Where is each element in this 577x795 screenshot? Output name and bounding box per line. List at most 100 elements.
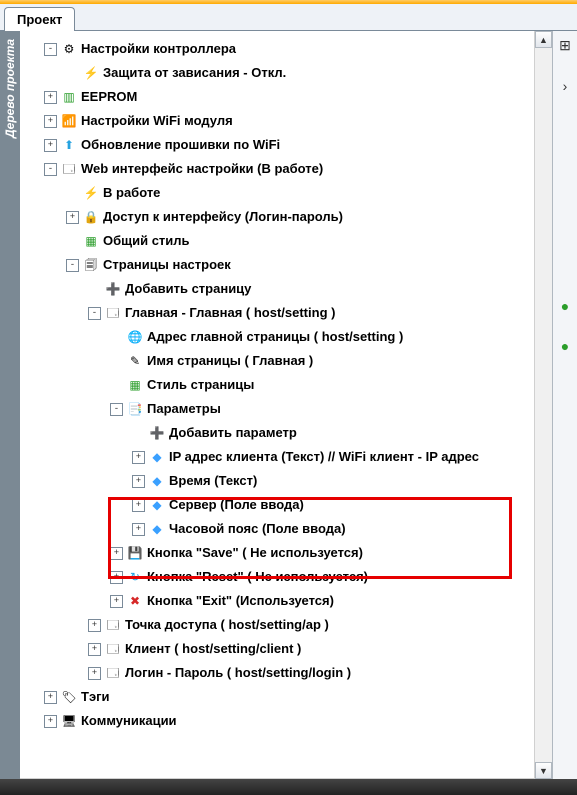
tree-node-label: Web интерфейс настройки (В работе)	[81, 157, 323, 181]
param-icon: ◆	[149, 449, 165, 465]
tree-node-label: Обновление прошивки по WiFi	[81, 133, 280, 157]
collapse-icon[interactable]: -	[44, 43, 57, 56]
right-glyph-1[interactable]: ⊞	[559, 37, 571, 54]
scroll-down-button[interactable]: ▼	[535, 762, 552, 779]
page-icon: 🗔	[105, 305, 121, 321]
scroll-up-button[interactable]: ▲	[535, 31, 552, 48]
page-icon: 🗔	[105, 665, 121, 681]
tree-node[interactable]: +↻Кнопка "Reset" ( Не используется)	[24, 565, 531, 589]
tree-node-label: Страницы настроек	[103, 253, 231, 277]
collapse-icon[interactable]: -	[88, 307, 101, 320]
collapse-icon[interactable]: -	[66, 259, 79, 272]
body: Дерево проекта ◄ ► -⚙Настройки контролле…	[0, 31, 577, 795]
collapse-icon[interactable]: -	[110, 403, 123, 416]
project-tree[interactable]: -⚙Настройки контроллера⚡Защита от зависа…	[20, 31, 535, 739]
tree-node-label: Логин - Пароль ( host/setting/login )	[125, 661, 351, 685]
bolt-icon: ⚡	[83, 185, 99, 201]
tree-node[interactable]: -🗔Web интерфейс настройки (В работе)	[24, 157, 531, 181]
tree-node-label: Время (Текст)	[169, 469, 257, 493]
tree-node[interactable]: -🗐Страницы настроек	[24, 253, 531, 277]
tree-node[interactable]: + 💾Кнопка "Save" ( Не используется)	[24, 541, 531, 565]
expand-icon[interactable]: +	[132, 451, 145, 464]
tree-node[interactable]: +▥EEPROM	[24, 85, 531, 109]
tree-node[interactable]: + 🔒Доступ к интерфейсу (Логин-пароль)	[24, 205, 531, 229]
expand-icon[interactable]: +	[132, 499, 145, 512]
bottom-shadow	[0, 779, 577, 795]
pages-icon: 🗐	[83, 257, 99, 273]
tree-node[interactable]: +✖Кнопка "Exit" (Используется)	[24, 589, 531, 613]
add-param-icon: ➕	[149, 425, 165, 441]
right-glyph-2[interactable]: ›	[563, 78, 568, 94]
tree-node[interactable]: +🗔Точка доступа ( host/setting/ap )	[24, 613, 531, 637]
tree-node-label: В работе	[103, 181, 160, 205]
tree-node[interactable]: +◆IP адрес клиента (Текст) // WiFi клиен…	[24, 445, 531, 469]
tree-node-label: Адрес главной страницы ( host/setting )	[147, 325, 403, 349]
param-icon: ◆	[149, 473, 165, 489]
right-sidebar: ⊞ › ● ●	[552, 31, 577, 795]
right-glyph-4[interactable]: ●	[561, 338, 569, 354]
tree-node[interactable]: ➕Добавить страницу	[24, 277, 531, 301]
tree-node[interactable]: +🗔Клиент ( host/setting/client )	[24, 637, 531, 661]
expand-icon[interactable]: +	[44, 115, 57, 128]
tree-node-label: Настройки WiFi модуля	[81, 109, 233, 133]
tree-node[interactable]: ⚡Защита от зависания - Откл.	[24, 61, 531, 85]
bolt-icon: ⚡	[83, 65, 99, 81]
expand-icon[interactable]: +	[88, 643, 101, 656]
tree-node-label: Общий стиль	[103, 229, 190, 253]
expand-icon[interactable]: +	[44, 91, 57, 104]
expand-icon[interactable]: +	[110, 595, 123, 608]
tree-node[interactable]: ⚡В работе	[24, 181, 531, 205]
tree-node-label: Доступ к интерфейсу (Логин-пароль)	[103, 205, 343, 229]
tree-node[interactable]: +◆Сервер (Поле ввода)	[24, 493, 531, 517]
expand-icon[interactable]: +	[110, 571, 123, 584]
collapse-icon[interactable]: -	[44, 163, 57, 176]
tree-node[interactable]: 🌐Адрес главной страницы ( host/setting )	[24, 325, 531, 349]
expand-icon[interactable]: +	[44, 691, 57, 704]
tree-node[interactable]: +🏷Тэги	[24, 685, 531, 709]
expand-icon[interactable]: +	[66, 211, 79, 224]
style-icon: ▦	[83, 233, 99, 249]
tree-node[interactable]: -📑Параметры	[24, 397, 531, 421]
right-glyph-3[interactable]: ●	[561, 298, 569, 314]
expand-icon[interactable]: +	[88, 667, 101, 680]
tab-project[interactable]: Проект	[4, 7, 75, 31]
tree-node-label: Добавить страницу	[125, 277, 251, 301]
param-icon: ◆	[149, 521, 165, 537]
tab-bar: Проект	[0, 4, 577, 31]
page-icon: 🗔	[105, 641, 121, 657]
tree-node[interactable]: ✎Имя страницы ( Главная )	[24, 349, 531, 373]
expand-icon[interactable]: +	[44, 715, 57, 728]
tree-node[interactable]: +◆Часовой пояс (Поле ввода)	[24, 517, 531, 541]
window-icon: 🗔	[61, 161, 77, 177]
tree-node-label: Добавить параметр	[169, 421, 297, 445]
param-icon: ◆	[149, 497, 165, 513]
tree-node-label: Кнопка "Save" ( Не используется)	[147, 541, 363, 565]
tree-node[interactable]: -⚙Настройки контроллера	[24, 37, 531, 61]
tree-node[interactable]: + 📶Настройки WiFi модуля	[24, 109, 531, 133]
expand-icon[interactable]: +	[132, 523, 145, 536]
save-icon: 💾	[127, 545, 143, 561]
tree-node-label: Настройки контроллера	[81, 37, 236, 61]
tree-node[interactable]: +⬆Обновление прошивки по WiFi	[24, 133, 531, 157]
lock-icon: 🔒	[83, 209, 99, 225]
exit-icon: ✖	[127, 593, 143, 609]
tree-node[interactable]: ▦Общий стиль	[24, 229, 531, 253]
wifi-icon: 📶	[61, 113, 77, 129]
vertical-scrollbar[interactable]: ▲ ▼	[534, 31, 552, 795]
project-tree-panel: -⚙Настройки контроллера⚡Защита от зависа…	[20, 31, 552, 795]
expand-icon[interactable]: +	[44, 139, 57, 152]
expand-icon[interactable]: +	[88, 619, 101, 632]
tree-node[interactable]: ➕Добавить параметр	[24, 421, 531, 445]
tree-node-label: Тэги	[81, 685, 110, 709]
sidebar-title[interactable]: Дерево проекта	[0, 31, 20, 795]
tree-node[interactable]: + ◆Время (Текст)	[24, 469, 531, 493]
tree-node[interactable]: -🗔Главная - Главная ( host/setting )	[24, 301, 531, 325]
tree-node[interactable]: + 🗔Логин - Пароль ( host/setting/login )	[24, 661, 531, 685]
tree-node[interactable]: ▦Стиль страницы	[24, 373, 531, 397]
expand-icon[interactable]: +	[110, 547, 123, 560]
tree-node-label: Имя страницы ( Главная )	[147, 349, 313, 373]
expand-icon[interactable]: +	[132, 475, 145, 488]
params-icon: 📑	[127, 401, 143, 417]
tree-node-label: Стиль страницы	[147, 373, 254, 397]
tree-node[interactable]: +🖥Коммуникации	[24, 709, 531, 733]
